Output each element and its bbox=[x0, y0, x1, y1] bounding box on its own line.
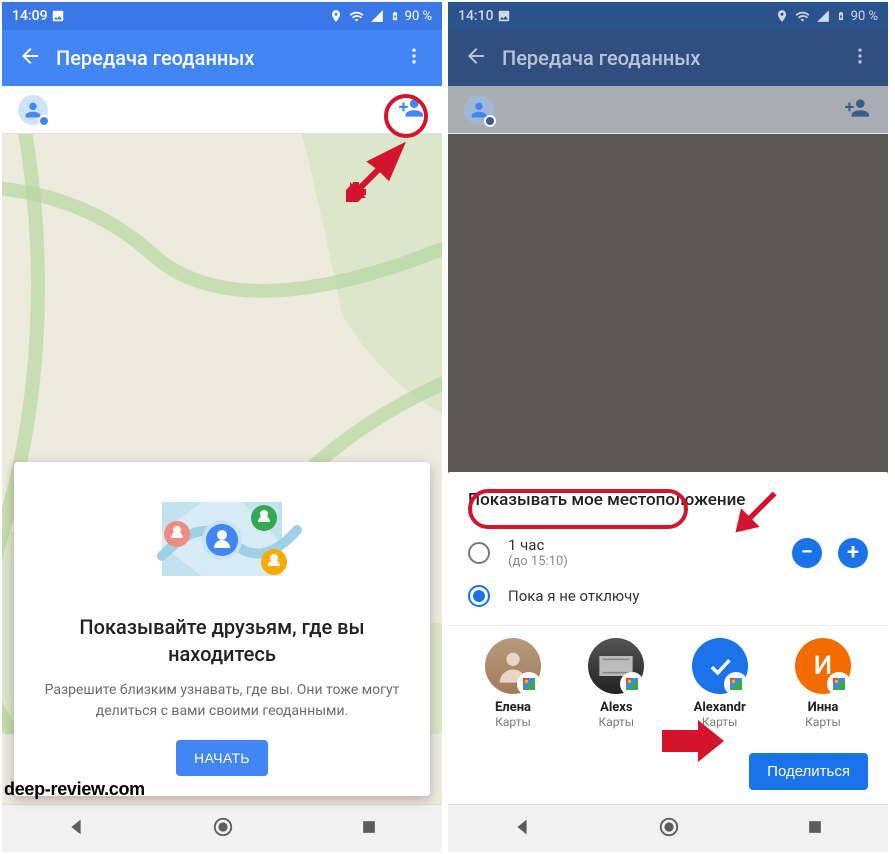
contact-source: Карты bbox=[778, 715, 868, 729]
contact-inna[interactable]: И Инна Карты bbox=[778, 638, 868, 729]
contact-source: Карты bbox=[675, 715, 765, 729]
avatar-icon bbox=[485, 638, 541, 694]
share-illustration bbox=[122, 484, 322, 594]
duration-1h-sub: (до 15:10) bbox=[508, 554, 568, 569]
signal-icon bbox=[816, 9, 830, 23]
nav-back-button[interactable] bbox=[65, 816, 87, 842]
my-avatar[interactable] bbox=[12, 95, 54, 125]
maps-badge-icon bbox=[622, 674, 642, 694]
system-nav-bar bbox=[448, 804, 888, 852]
status-bar: 14:10 90 % bbox=[448, 2, 888, 30]
maps-badge-icon bbox=[519, 674, 539, 694]
separator bbox=[448, 625, 888, 626]
avatar-icon bbox=[588, 638, 644, 694]
add-person-button[interactable] bbox=[390, 95, 432, 125]
duration-untiloff-label: Пока я не отключу bbox=[508, 587, 639, 605]
location-icon bbox=[775, 9, 789, 23]
duration-1h-label: 1 час bbox=[508, 536, 568, 554]
more-menu-button[interactable] bbox=[396, 46, 432, 71]
status-battery: 90 % bbox=[405, 9, 432, 24]
contact-name: Инна bbox=[778, 700, 868, 715]
back-button[interactable] bbox=[12, 44, 48, 73]
system-nav-bar bbox=[2, 804, 442, 852]
battery-icon bbox=[836, 8, 846, 24]
avatar-icon: И bbox=[795, 638, 851, 694]
app-title: Передача геоданных bbox=[48, 46, 396, 70]
status-time: 14:10 bbox=[458, 8, 494, 24]
contacts-ribbon bbox=[2, 86, 442, 134]
app-bar: Передача геоданных bbox=[2, 30, 442, 86]
contact-name: Елена bbox=[468, 700, 558, 715]
status-time: 14:09 bbox=[12, 8, 48, 24]
decrease-time-button[interactable]: − bbox=[792, 538, 822, 568]
contacts-ribbon bbox=[448, 86, 888, 134]
status-bar: 14:09 90 % bbox=[2, 2, 442, 30]
phone-screen-1: 14:09 90 % Передача геоданн bbox=[2, 2, 442, 852]
watermark-text: deep-review.com bbox=[4, 779, 145, 800]
radio-icon bbox=[468, 542, 490, 564]
my-avatar[interactable] bbox=[458, 95, 500, 125]
nav-back-button[interactable] bbox=[511, 816, 533, 842]
start-button[interactable]: НАЧАТЬ bbox=[176, 740, 268, 776]
duration-option-until-off[interactable]: Пока я не отключу bbox=[468, 577, 868, 615]
share-intro-card: Показывайте друзьям, где вы находитесь Р… bbox=[14, 462, 430, 796]
phone-screen-2: 14:10 90 % Передача геоданных bbox=[448, 2, 888, 852]
signal-icon bbox=[370, 9, 384, 23]
battery-icon bbox=[390, 8, 400, 24]
nav-home-button[interactable] bbox=[658, 816, 680, 842]
location-icon bbox=[329, 9, 343, 23]
avatar-initial: И bbox=[814, 651, 832, 681]
share-sheet: Показывать мое местоположение 1 час (до … bbox=[448, 472, 888, 804]
contact-source: Карты bbox=[468, 715, 558, 729]
duration-option-1hour[interactable]: 1 час (до 15:10) − + bbox=[468, 528, 868, 577]
nav-recent-button[interactable] bbox=[805, 817, 825, 841]
contact-alexandr-selected[interactable]: Alexandr Карты bbox=[675, 638, 765, 729]
contact-alexs[interactable]: Alexs Карты bbox=[571, 638, 661, 729]
app-bar: Передача геоданных bbox=[448, 30, 888, 86]
maps-badge-icon bbox=[726, 674, 746, 694]
wifi-icon bbox=[795, 9, 810, 24]
card-body: Разрешите близким узнавать, где вы. Они … bbox=[32, 680, 412, 722]
picture-icon bbox=[497, 9, 511, 23]
back-button[interactable] bbox=[458, 44, 494, 73]
avatar-selected-icon bbox=[692, 638, 748, 694]
radio-icon-checked bbox=[468, 585, 490, 607]
nav-recent-button[interactable] bbox=[359, 817, 379, 841]
share-button[interactable]: Поделиться bbox=[749, 753, 868, 790]
contact-name: Alexandr bbox=[675, 700, 765, 715]
app-title: Передача геоданных bbox=[494, 46, 842, 70]
contact-source: Карты bbox=[571, 715, 661, 729]
status-battery: 90 % bbox=[851, 9, 878, 24]
more-menu-button[interactable] bbox=[842, 46, 878, 71]
nav-home-button[interactable] bbox=[212, 816, 234, 842]
wifi-icon bbox=[349, 9, 364, 24]
card-heading: Показывайте друзьям, где вы находитесь bbox=[32, 614, 412, 668]
contacts-row: Елена Карты Alexs Карты Alex bbox=[468, 638, 868, 729]
maps-badge-icon bbox=[829, 674, 849, 694]
contact-elena[interactable]: Елена Карты bbox=[468, 638, 558, 729]
contact-name: Alexs bbox=[571, 700, 661, 715]
sheet-heading: Показывать мое местоположение bbox=[468, 490, 868, 510]
picture-icon bbox=[51, 9, 65, 23]
add-person-button[interactable] bbox=[836, 95, 878, 125]
increase-time-button[interactable]: + bbox=[838, 538, 868, 568]
